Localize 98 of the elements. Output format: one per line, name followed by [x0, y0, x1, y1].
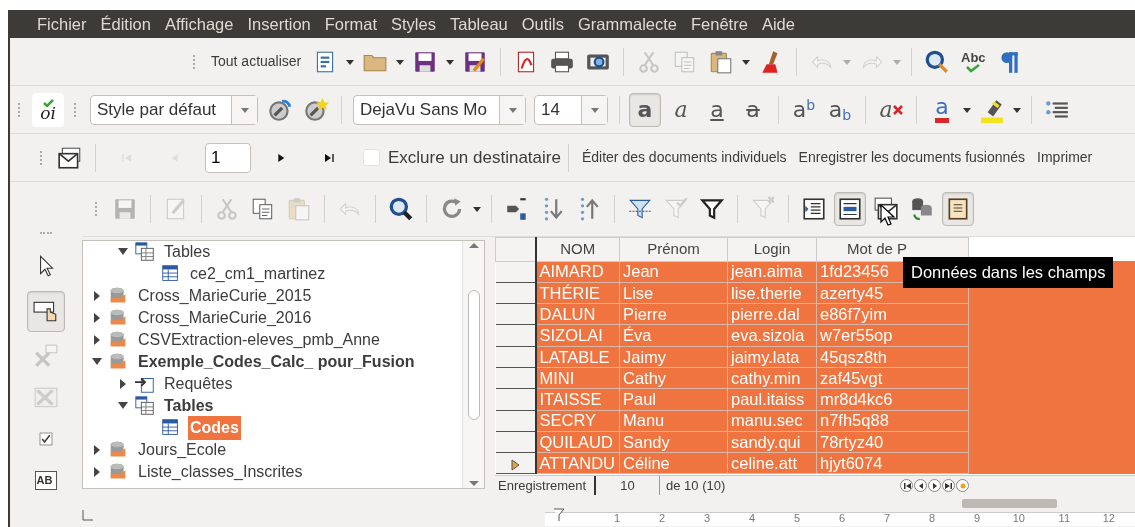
next-record-button[interactable]	[928, 479, 941, 492]
last-record-button[interactable]	[942, 479, 955, 492]
find-replace-icon	[924, 48, 951, 75]
italic-button[interactable]: a	[665, 92, 697, 127]
menu-item[interactable]: Aide	[754, 11, 802, 37]
strikethrough-button[interactable]: a	[737, 92, 769, 127]
data-to-text-icon	[801, 196, 827, 222]
first-icon	[901, 480, 912, 491]
scrollbar-thumb[interactable]	[467, 290, 480, 420]
cross-icon	[892, 104, 903, 115]
paragraph-style-combo[interactable]: Style par défaut	[90, 94, 258, 125]
record-count: de 10 (10)	[665, 476, 727, 495]
ruler-number: 9	[972, 510, 980, 526]
row-header	[495, 237, 536, 261]
exclude-checkbox[interactable]	[363, 149, 380, 166]
design-mode-icon	[33, 343, 59, 370]
tree-item[interactable]: Jours_Ecole	[136, 438, 229, 462]
standard-filter-icon	[699, 196, 725, 222]
tree-item[interactable]: Exemple_Codes_Calc_ pour_Fusion	[136, 350, 417, 374]
record-label: Enregistrement	[495, 475, 596, 496]
data-to-fields-button[interactable]	[834, 192, 866, 226]
grammar-checker-button[interactable]: oi	[32, 92, 64, 127]
column-header[interactable]: Mot de P	[816, 237, 969, 261]
check-icon	[965, 63, 982, 73]
spelling-button[interactable]: Abc	[957, 44, 990, 79]
ruler-number: 11	[1057, 510, 1070, 526]
column-header[interactable]: NOM	[535, 237, 620, 261]
tree-item[interactable]: Tables	[162, 394, 216, 418]
tree-item[interactable]: Liste_classes_Inscrites	[136, 460, 305, 484]
scroll-down-icon	[467, 479, 480, 488]
toolbar-action-button[interactable]: Éditer des documents individuels	[575, 147, 793, 168]
caret-icon	[472, 204, 482, 214]
first-record-button[interactable]	[900, 479, 913, 492]
mouse-cursor-icon	[880, 203, 898, 228]
new-style-icon	[303, 96, 329, 123]
toolbar-action-button[interactable]: Enregistrer les documents fusionnés	[792, 147, 1032, 168]
tree-item[interactable]: Cross_MarieCurie_2015	[136, 284, 314, 308]
menu-item[interactable]: Affichage	[157, 11, 241, 37]
font-size-combo[interactable]: 14	[534, 94, 608, 125]
tree-item[interactable]: Tables	[162, 241, 213, 264]
ruler-number: 8	[927, 510, 935, 526]
tables-icon	[134, 395, 156, 417]
tree-item[interactable]: CSVExtraction-eleves_pmb_Anne	[136, 328, 382, 352]
tree-item[interactable]: ce2_cm1_martinez	[188, 262, 328, 286]
search-icon	[388, 196, 414, 222]
reset-filter-icon	[750, 196, 776, 222]
push-button-control-button[interactable]	[27, 291, 65, 332]
ruler-number: 4	[747, 510, 755, 526]
column-header[interactable]: Prénom	[619, 237, 728, 261]
menu-item[interactable]: Outils	[514, 11, 571, 37]
menu-item[interactable]: Insertion	[240, 11, 318, 37]
underline-button[interactable]: a	[701, 92, 733, 127]
text-field-control-button[interactable]: AB	[27, 463, 65, 497]
menu-item[interactable]: Tableau	[442, 11, 515, 37]
font-name-combo[interactable]: DejaVu Sans Mo	[353, 94, 526, 125]
clear-formatting-button[interactable]: a	[875, 92, 907, 127]
ruler-number: 7	[882, 510, 890, 526]
column-header[interactable]: Login	[727, 237, 817, 261]
font-color-button[interactable]: a	[926, 92, 958, 127]
tooltip: Données dans les champs	[903, 257, 1114, 288]
refresh-all-button[interactable]: Tout actualiser	[205, 51, 308, 72]
tab-stop-icon	[82, 508, 94, 521]
toolbar-action-button[interactable]: Imprimer	[1031, 147, 1099, 168]
tree-item[interactable]: Requêtes	[162, 372, 235, 396]
ruler-number: 1	[612, 510, 620, 526]
menu-item[interactable]: Styles	[384, 11, 443, 37]
save-record-icon	[112, 196, 138, 222]
ruler-number: 3	[702, 510, 710, 526]
scroll-up-icon	[467, 241, 480, 250]
cut-icon	[214, 196, 240, 222]
tree-item[interactable]: Cross_MarieCurie_2016	[136, 306, 314, 330]
menu-item[interactable]: Grammalecte	[570, 11, 684, 37]
last-icon	[943, 480, 954, 491]
bold-button[interactable]: a	[629, 92, 661, 127]
subscript-button[interactable]: a$_{b}$	[824, 92, 856, 127]
record-field[interactable]: 1	[205, 142, 251, 173]
ruler-number: 10	[1011, 510, 1025, 526]
data-to-fields-icon	[837, 196, 863, 222]
menu-item[interactable]: Fenêtre	[684, 11, 755, 37]
source-document-icon	[909, 196, 935, 222]
ruler-number: 12	[1101, 510, 1115, 526]
menu-item[interactable]: Édition	[93, 11, 158, 37]
ruler-number: 5	[792, 510, 800, 526]
scrollbar-thumb[interactable]	[962, 499, 1057, 508]
record-field[interactable]: 10	[596, 475, 660, 496]
explorer-button[interactable]	[942, 192, 974, 226]
ruler-number: 6	[837, 510, 845, 526]
vertical-scrollbar[interactable]	[462, 241, 484, 488]
menu-item[interactable]: Fichier	[30, 11, 94, 37]
superscript-button[interactable]: a$^{b}$	[788, 92, 820, 127]
previous-record-button[interactable]	[914, 479, 927, 492]
checkbox-label: Exclure un destinataire	[388, 146, 561, 169]
apply-filter-icon	[663, 196, 689, 222]
paste-icon	[286, 196, 312, 222]
check-icon	[42, 98, 54, 107]
menu-item[interactable]: Format	[317, 11, 385, 37]
ruler-number: 2	[657, 510, 665, 526]
check-control-tool-icon	[37, 430, 55, 448]
